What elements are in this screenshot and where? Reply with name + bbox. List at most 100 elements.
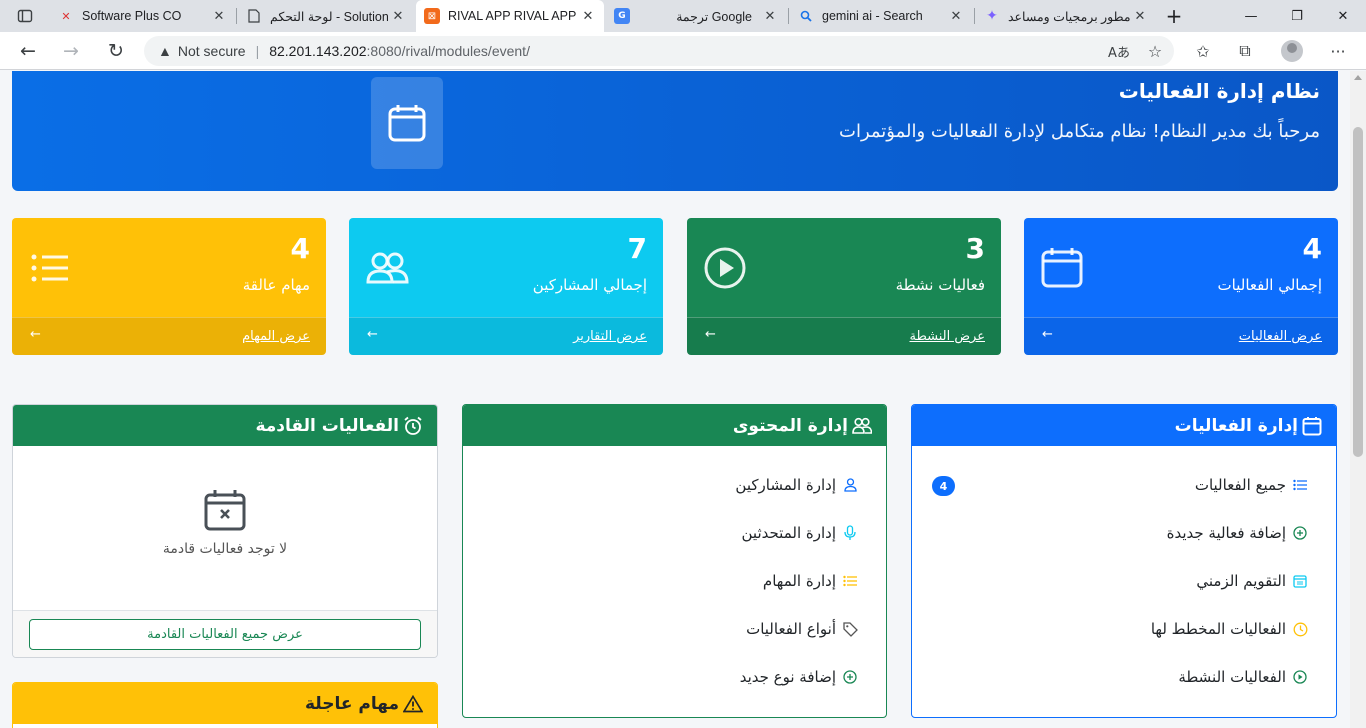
close-icon[interactable]: ✕ bbox=[946, 9, 966, 24]
menu-label: إدارة المشاركين bbox=[735, 476, 836, 494]
search-icon bbox=[798, 8, 814, 24]
scroll-thumb[interactable] bbox=[1353, 127, 1363, 457]
menu-add-type[interactable]: إضافة نوع جديد bbox=[740, 668, 858, 686]
tab-software-plus[interactable]: ✕ Software Plus CO ✕ bbox=[50, 0, 235, 32]
stat-label: مهام عالقة bbox=[242, 276, 310, 294]
tab-label: RIVAL APP RIVAL APP bbox=[448, 9, 577, 23]
collections-icon: ⧉ bbox=[1239, 41, 1251, 60]
calendar-icon bbox=[371, 77, 443, 169]
urgent-tasks-card: مهام عاجلة bbox=[12, 682, 438, 728]
avatar bbox=[1281, 40, 1303, 62]
close-window-button[interactable]: ✕ bbox=[1320, 0, 1366, 32]
browser-tab-bar: ✕ Software Plus CO ✕ لوحة التحكم - Solut… bbox=[0, 0, 1366, 32]
read-aloud-button[interactable]: Aあ bbox=[1104, 36, 1134, 66]
settings-menu-button[interactable]: ··· bbox=[1323, 36, 1353, 66]
stat-label: إجمالي المشاركين bbox=[532, 276, 647, 294]
minimize-button[interactable]: — bbox=[1228, 0, 1274, 32]
list-icon bbox=[31, 254, 68, 282]
url-field[interactable]: ▲ Not secure | 82.201.143.202:8080/rival… bbox=[144, 36, 1174, 66]
favorites-button[interactable]: ✩ bbox=[1188, 36, 1218, 66]
close-icon[interactable]: ✕ bbox=[1130, 9, 1150, 24]
view-reports-link[interactable]: عرض التقارير bbox=[573, 329, 647, 344]
tab-rival-app[interactable]: ⊠ RIVAL APP RIVAL APP ✕ bbox=[416, 0, 604, 32]
menu-tasks[interactable]: إدارة المهام bbox=[763, 572, 858, 590]
refresh-button[interactable]: ↻ bbox=[101, 36, 131, 66]
menu-active-events[interactable]: الفعاليات النشطة bbox=[1178, 668, 1308, 686]
view-events-link[interactable]: عرض الفعاليات bbox=[1239, 329, 1322, 344]
tab-gemini-search[interactable]: gemini ai - Search ✕ bbox=[790, 0, 972, 32]
menu-calendar[interactable]: التقويم الزمني bbox=[1196, 572, 1308, 590]
card-title: الفعاليات القادمة bbox=[255, 415, 399, 436]
new-tab-button[interactable]: + bbox=[1160, 0, 1188, 32]
plus-circle-icon bbox=[1292, 525, 1308, 541]
plus-circle-icon bbox=[842, 669, 858, 685]
menu-label: إضافة فعالية جديدة bbox=[1166, 524, 1286, 542]
scroll-up-icon[interactable] bbox=[1354, 75, 1362, 80]
software-plus-favicon: ✕ bbox=[61, 9, 71, 23]
star-plus-icon: ☆ bbox=[1147, 41, 1163, 61]
tab-gemini[interactable]: ✦ مطور برمجيات ومساعد ✕ bbox=[976, 0, 1156, 32]
empty-state-text: لا توجد فعاليات قادمة bbox=[162, 541, 288, 557]
view-active-link[interactable]: عرض النشطة bbox=[909, 329, 985, 344]
view-all-upcoming-button[interactable]: عرض جميع الفعاليات القادمة bbox=[29, 619, 421, 650]
page-scrollbar[interactable] bbox=[1350, 71, 1366, 728]
card-title: إدارة الفعاليات bbox=[1174, 415, 1298, 436]
refresh-icon: ↻ bbox=[108, 40, 124, 62]
content-management-card: إدارة المحتوى إدارة المشاركين إدارة المت… bbox=[462, 404, 887, 718]
menu-event-types[interactable]: أنواع الفعاليات bbox=[746, 620, 858, 638]
url-host: 82.201.143.202 bbox=[269, 43, 367, 59]
google-translate-icon: G bbox=[614, 8, 630, 24]
close-icon[interactable]: ✕ bbox=[760, 9, 780, 24]
card-header: الفعاليات القادمة bbox=[13, 405, 437, 446]
back-button[interactable]: ← bbox=[13, 36, 43, 66]
tag-icon bbox=[842, 621, 858, 637]
view-tasks-link[interactable]: عرض المهام bbox=[242, 329, 310, 344]
tab-solutions[interactable]: لوحة التحكم - Solutions ✕ bbox=[238, 0, 414, 32]
tab-label: مطور برمجيات ومساعد bbox=[1008, 9, 1130, 24]
stat-label: إجمالي الفعاليات bbox=[1217, 276, 1322, 294]
arrow-left-icon: ← bbox=[1042, 327, 1053, 342]
menu-label: إدارة المتحدثين bbox=[741, 524, 837, 542]
close-icon[interactable]: ✕ bbox=[388, 9, 408, 24]
calendar-icon bbox=[1041, 248, 1083, 288]
tab-actions-button[interactable] bbox=[10, 0, 40, 32]
menu-all-events[interactable]: جميع الفعاليات bbox=[1195, 476, 1308, 494]
people-icon bbox=[852, 417, 872, 435]
restore-button[interactable]: ❐ bbox=[1274, 0, 1320, 32]
stat-footer: عرض الفعاليات ← bbox=[1024, 317, 1338, 355]
stat-total-participants: 7 إجمالي المشاركين عرض التقارير ← bbox=[349, 218, 663, 355]
plus-icon: + bbox=[1165, 4, 1183, 28]
stat-value: 3 bbox=[965, 232, 985, 265]
person-icon bbox=[842, 477, 858, 493]
arrow-right-icon: → bbox=[63, 40, 79, 62]
close-icon[interactable]: ✕ bbox=[578, 9, 598, 24]
stat-pending-tasks: 4 مهام عالقة عرض المهام ← bbox=[12, 218, 326, 355]
card-header: إدارة المحتوى bbox=[463, 405, 886, 446]
card-header: إدارة الفعاليات bbox=[912, 405, 1336, 446]
card-header: مهام عاجلة bbox=[13, 683, 437, 724]
stat-active-events: 3 فعاليات نشطة عرض النشطة ← bbox=[687, 218, 1001, 355]
add-favorite-button[interactable]: ☆ bbox=[1140, 36, 1170, 66]
close-icon[interactable]: ✕ bbox=[209, 9, 229, 24]
menu-add-event[interactable]: إضافة فعالية جديدة bbox=[1167, 524, 1308, 542]
address-bar: ← → ↻ ▲ Not secure | 82.201.143.202:8080… bbox=[0, 32, 1366, 70]
menu-speakers[interactable]: إدارة المتحدثين bbox=[742, 524, 859, 542]
collections-button[interactable]: ⧉ bbox=[1230, 36, 1260, 66]
tab-label: ترجمة Google bbox=[676, 9, 752, 24]
menu-label: إضافة نوع جديد bbox=[739, 668, 836, 686]
menu-planned-events[interactable]: الفعاليات المخطط لها bbox=[1151, 620, 1308, 638]
rival-favicon: ⊠ bbox=[424, 8, 440, 24]
forward-button[interactable]: → bbox=[56, 36, 86, 66]
gemini-icon: ✦ bbox=[986, 8, 998, 24]
events-management-card: إدارة الفعاليات جميع الفعاليات 4 إضافة ف… bbox=[911, 404, 1337, 718]
welcome-text: مرحباً بك مدير النظام! نظام متكامل لإدار… bbox=[839, 121, 1320, 142]
arrow-left-icon: ← bbox=[705, 327, 716, 342]
stat-label: فعاليات نشطة bbox=[895, 276, 985, 294]
calendar-date-icon bbox=[1292, 573, 1308, 589]
tab-label: gemini ai - Search bbox=[822, 9, 923, 23]
page-viewport: نظام إدارة الفعاليات مرحباً بك مدير النظ… bbox=[0, 71, 1350, 728]
menu-participants[interactable]: إدارة المشاركين bbox=[735, 476, 858, 494]
profile-button[interactable] bbox=[1277, 36, 1307, 66]
menu-label: أنواع الفعاليات bbox=[746, 620, 836, 638]
tab-google-translate[interactable]: G ترجمة Google ✕ bbox=[606, 0, 786, 32]
